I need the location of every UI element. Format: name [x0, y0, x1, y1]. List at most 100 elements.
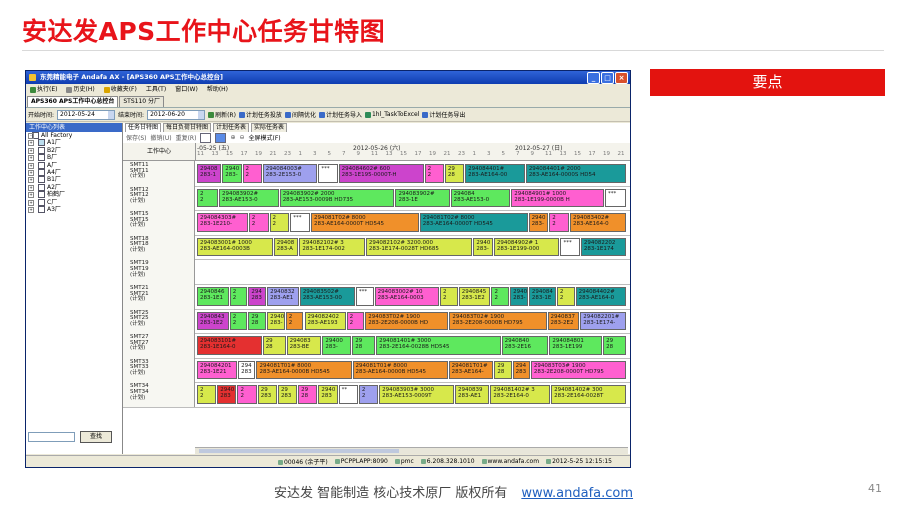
task-bar[interactable]: 22 [229, 311, 248, 331]
task-bar[interactable]: 29 283 [257, 385, 277, 404]
task-bar[interactable]: 22 [346, 311, 365, 331]
task-bar[interactable]: 22 [269, 213, 290, 232]
task-bar[interactable]: *** [355, 287, 374, 306]
task-bar[interactable]: 294083 283-BE [286, 336, 322, 355]
zoom-out-icon[interactable]: ⊖ [239, 134, 244, 141]
task-bar[interactable]: 294 283 [512, 360, 530, 380]
task-bar[interactable]: *** [290, 213, 310, 232]
task-bar[interactable]: 22 [248, 213, 269, 232]
task-bar[interactable]: 29408 283-1 [197, 164, 222, 183]
task-bar[interactable]: 294083902# 283-1E [395, 188, 450, 208]
zoom-day-button[interactable] [200, 132, 212, 143]
maximize-button[interactable]: □ [601, 72, 614, 84]
task-bar[interactable]: 2940846 283-1E1 [197, 287, 229, 306]
interval-optimize-button[interactable]: 间隔优化 [284, 110, 316, 119]
task-bar[interactable]: 294084003# 283-2E153-0 [262, 164, 318, 183]
task-bar[interactable]: 294081402# 3 283-2E164-0 [490, 385, 551, 404]
task-bar[interactable]: 294082102# 3200.000 283-1E174-0028T HD685 [365, 237, 473, 257]
workcenter-search-input[interactable] [28, 432, 75, 442]
task-bar[interactable]: 294081401# 3000 283-2E164-0028B HD545 [376, 336, 501, 355]
task-bar[interactable]: 22 [556, 287, 575, 306]
zoom-in-icon[interactable]: ⊕ [230, 134, 235, 141]
menu-window[interactable]: 窗口(W) [175, 84, 198, 95]
minimize-button[interactable]: _ [587, 72, 600, 84]
tree-item[interactable]: + B厂 [26, 154, 122, 162]
task-bar[interactable]: 294084602# 600 283-1E195-0000T-H [338, 164, 424, 183]
task-bar[interactable]: 294084902# 1 283-1E199-000 [493, 237, 560, 257]
task-bar[interactable]: 294083902# 283-AE153-0 [219, 188, 279, 208]
task-bar[interactable]: 29400 283- [322, 336, 352, 355]
task-bar[interactable]: 22 [242, 164, 262, 183]
tab-aps360[interactable]: APS360 APS工作中心总控台 [27, 96, 119, 107]
task-bar[interactable]: 22 [237, 385, 257, 404]
tab-task-gantt[interactable]: 任务甘特图 [125, 123, 162, 132]
import-tasks-button[interactable]: 计划任务导入 [318, 110, 362, 119]
find-button[interactable]: 查找 [80, 431, 112, 443]
task-bar[interactable]: 2940840 283-2E16 [501, 336, 549, 355]
task-bar[interactable]: 294082202 283-1E174 [580, 237, 626, 257]
task-bar[interactable]: 294084201 283-1E21 [197, 360, 238, 380]
task-bar[interactable]: 22 [285, 311, 304, 331]
menu-tools[interactable]: 工具(T) [146, 84, 166, 95]
task-bar[interactable]: 294083101# 283-1E164-0 [197, 336, 262, 355]
task-bar[interactable]: 294082201# 283-1E174- [580, 311, 626, 331]
task-bar[interactable]: 294084 283-1E [528, 287, 556, 306]
task-bar[interactable]: 29 28 [494, 360, 512, 380]
task-bar[interactable]: 294081T01# 283-AE164- [448, 360, 494, 380]
task-bar[interactable]: 294083T03# 1900 283-2E208-0000T HD795 [530, 360, 626, 380]
task-bar[interactable]: 294083902# 2000 283-AE153-0009B HD735 [279, 188, 395, 208]
menu-execute[interactable]: 执行(E) [30, 84, 57, 95]
tree-item[interactable]: + A厂 [26, 161, 122, 169]
chevron-down-icon[interactable] [108, 110, 115, 119]
start-time-field[interactable]: 2012-05-24 [57, 109, 116, 120]
task-bar[interactable]: 29 28 [248, 311, 267, 331]
task-bar[interactable]: 22 [358, 385, 379, 404]
task-bar[interactable]: 29408 283-A [273, 237, 299, 257]
tree-item[interactable]: + 柏鹤厂 [26, 191, 122, 199]
task-bar[interactable]: 294 283 [238, 360, 256, 380]
tree-item[interactable]: + B2厂 [26, 146, 122, 154]
task-bar[interactable]: 294081T01# 8000 283-AE164-0000B HD545 [352, 360, 448, 380]
task-bar[interactable]: 2940843 283-1E2 [197, 311, 229, 331]
task-bar[interactable]: 294084402# 283-AE164-0 [575, 287, 626, 306]
menu-favorites[interactable]: 收藏夹(F) [103, 84, 137, 95]
task-bar[interactable]: *** [604, 188, 626, 208]
task-bar[interactable]: 29 28 [262, 336, 286, 355]
window-titlebar[interactable]: 东莞精能电子 Andafa AX - [APS360 APS工作中心总控台] _… [26, 71, 630, 84]
chevron-down-icon[interactable] [198, 110, 205, 119]
tree-item[interactable]: + A1厂 [26, 139, 122, 147]
task-bar[interactable]: 294083502# 283-AE153-00 [299, 287, 355, 306]
task-bar[interactable]: 2940 283- [267, 311, 285, 331]
release-tasks-button[interactable]: 计划任务投放 [238, 110, 282, 119]
task-bar[interactable]: 294082402 283-AE193 [304, 311, 346, 331]
task-bar[interactable]: 294083001# 1000 283-AE164-0003B [197, 237, 273, 257]
task-bar[interactable]: 29 28 [444, 164, 465, 183]
tree-item[interactable]: + A4厂 [26, 168, 122, 176]
task-bar[interactable]: 294082102# 3 283-1E174-002 [299, 237, 365, 257]
task-bar[interactable]: *** [318, 164, 338, 183]
task-bar[interactable]: 294083002# 10 283-AE164-0003 [374, 287, 440, 306]
task-bar[interactable]: 29 28 [352, 336, 376, 355]
task-bar[interactable]: 2940 283 [318, 385, 338, 404]
task-bar[interactable]: 2940 283- [473, 237, 493, 257]
redo-button[interactable]: 重复(R) [176, 133, 197, 142]
tree-item[interactable]: + A3厂 [26, 205, 122, 213]
task-bar[interactable]: 294081402# 300 283-2E164-0028T [551, 385, 626, 404]
task-bar[interactable]: 294083T02# 1900 283-2E208-0000B HD795 [449, 311, 547, 331]
tree-item[interactable]: + B1厂 [26, 176, 122, 184]
task-bar[interactable]: 22 [491, 287, 510, 306]
task-bar[interactable]: 22 [549, 213, 569, 232]
zoom-hour-button[interactable] [215, 132, 227, 143]
task-bar[interactable]: 2940 283 [217, 385, 237, 404]
task-bar[interactable]: 22 [229, 287, 248, 306]
footer-link[interactable]: www.andafa.com [521, 486, 633, 501]
task-bar[interactable]: 29 28 [603, 336, 626, 355]
fullscreen-button[interactable]: 全屏模式(F) [249, 133, 281, 142]
tab-plan-task-table[interactable]: 计划任务表 [213, 123, 250, 132]
task-bar[interactable]: 2940 283- [510, 287, 528, 306]
task-bar[interactable]: 2940839 283-AE1 [455, 385, 490, 404]
task-bar[interactable]: 2940 283- [222, 164, 242, 183]
task-bar[interactable]: 294 283 [248, 287, 267, 306]
task-bar[interactable]: 2940845 283-1E2 [458, 287, 491, 306]
task-bar[interactable]: 294084401# 2000 283-AE164-0000S HD54 [525, 164, 626, 183]
